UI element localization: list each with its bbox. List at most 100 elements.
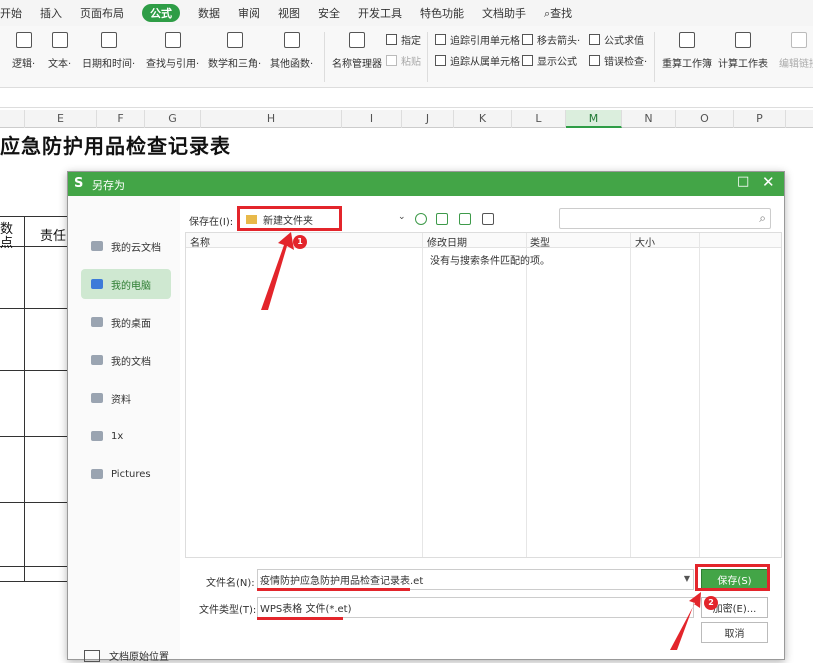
- column-header-e[interactable]: E: [25, 110, 97, 128]
- sidebar-item-my-computer[interactable]: 我的电脑: [81, 269, 171, 299]
- error-check-label: 错误检查·: [604, 57, 648, 68]
- dialog-titlebar[interactable]: S 另存为 □ ✕: [68, 172, 784, 196]
- menu-data[interactable]: 数据: [198, 5, 220, 21]
- folder-outline-icon: [84, 649, 100, 662]
- back-icon[interactable]: [415, 213, 427, 225]
- column-modified[interactable]: 修改日期: [427, 234, 467, 249]
- column-header-k[interactable]: K: [454, 110, 512, 128]
- formula-bar[interactable]: [0, 88, 813, 108]
- datetime-label: 日期和时间·: [82, 59, 136, 70]
- paste-button[interactable]: 粘贴: [386, 53, 421, 68]
- column-header-j[interactable]: J: [402, 110, 454, 128]
- show-formulas-icon: [522, 55, 533, 66]
- chevron-down-icon[interactable]: ⌄: [398, 212, 406, 222]
- formula-eval-button[interactable]: 公式求值: [589, 32, 644, 47]
- error-check-button[interactable]: 错误检查·: [589, 53, 647, 68]
- maximize-button[interactable]: □: [737, 174, 749, 189]
- show-formulas-label: 显示公式: [537, 57, 577, 68]
- trace-precedents-label: 追踪引用单元格: [450, 36, 520, 47]
- calc-sheet-icon: [735, 32, 751, 48]
- menu-insert[interactable]: 插入: [40, 5, 62, 21]
- trace-dependents-button[interactable]: 追踪从属单元格: [435, 53, 520, 68]
- other-functions-button[interactable]: 其他函数·: [270, 32, 313, 70]
- view-menu-icon[interactable]: [482, 213, 494, 225]
- sidebar-item-cloud-docs[interactable]: 我的云文档: [81, 231, 171, 261]
- table-border: [0, 566, 67, 567]
- clock-icon: [100, 32, 117, 48]
- show-formulas-button[interactable]: 显示公式: [522, 53, 577, 68]
- text-icon: [51, 32, 68, 48]
- menu-doc-assistant[interactable]: 文档助手: [482, 5, 526, 21]
- original-location-label: 文档原始位置: [109, 652, 169, 663]
- table-border: [0, 308, 67, 309]
- column-header-h[interactable]: H: [201, 110, 342, 128]
- menu-page-layout[interactable]: 页面布局: [80, 5, 124, 21]
- menu-security[interactable]: 安全: [318, 5, 340, 21]
- sidebar-item-desktop[interactable]: 我的桌面: [81, 307, 171, 337]
- column-header-o[interactable]: O: [676, 110, 734, 128]
- file-list-header: [186, 233, 781, 248]
- folder-icon: [91, 431, 103, 441]
- chevron-down-icon[interactable]: ▼: [684, 574, 690, 583]
- menu-developer[interactable]: 开发工具: [358, 5, 402, 21]
- text-label: 文本·: [48, 59, 72, 70]
- ribbon-separator: [324, 32, 325, 82]
- column-header-f[interactable]: F: [97, 110, 145, 128]
- wps-logo: S: [74, 176, 84, 191]
- more-functions-icon: [283, 32, 300, 48]
- column-header-q[interactable]: [786, 110, 813, 128]
- lookup-label: 查找与引用·: [146, 59, 200, 70]
- menu-search-label: 查找: [550, 7, 573, 20]
- menu-formulas[interactable]: 公式: [142, 4, 180, 22]
- column-header-n[interactable]: N: [622, 110, 676, 128]
- recalc-workbook-button[interactable]: 重算工作簿: [662, 32, 712, 70]
- table-border: [0, 216, 67, 217]
- annotation-underline-filetype: [257, 617, 343, 620]
- datetime-button[interactable]: 日期和时间·: [82, 32, 135, 70]
- menu-special[interactable]: 特色功能: [420, 5, 464, 21]
- menu-search[interactable]: ⌕查找: [544, 5, 572, 21]
- name-manager-icon: [349, 32, 365, 48]
- sidebar-item-my-documents[interactable]: 我的文档: [81, 345, 171, 375]
- sheet-title[interactable]: 应急防护用品检查记录表: [0, 130, 231, 159]
- name-manager-button[interactable]: 名称管理器: [332, 32, 382, 70]
- cancel-button[interactable]: 取消: [701, 622, 768, 643]
- annotation-underline-filename: [257, 588, 410, 591]
- column-size[interactable]: 大小: [635, 234, 655, 249]
- column-header-p[interactable]: P: [734, 110, 786, 128]
- menu-view[interactable]: 视图: [278, 5, 300, 21]
- trace-precedents-button[interactable]: 追踪引用单元格: [435, 32, 520, 47]
- calc-sheet-button[interactable]: 计算工作表: [718, 32, 768, 70]
- filetype-select[interactable]: WPS表格 文件(*.et): [257, 597, 694, 618]
- sidebar-item-label: 我的云文档: [111, 242, 161, 254]
- original-location-button[interactable]: 文档原始位置: [84, 648, 169, 663]
- menu-home[interactable]: 开始: [0, 5, 22, 21]
- remove-arrows-button[interactable]: 移去箭头·: [522, 32, 580, 47]
- filename-input[interactable]: 疫情防护应急防护用品检查记录表.et ▼: [257, 569, 694, 590]
- cell-text[interactable]: 点: [0, 232, 13, 251]
- text-button[interactable]: 文本·: [48, 32, 71, 70]
- specify-button[interactable]: 指定: [386, 32, 421, 47]
- column-header-g[interactable]: G: [145, 110, 201, 128]
- new-folder-icon[interactable]: [459, 213, 471, 225]
- column-header-l[interactable]: L: [512, 110, 566, 128]
- lookup-icon: [164, 32, 181, 48]
- sidebar-item-pictures[interactable]: Pictures: [81, 459, 171, 489]
- column-header-m[interactable]: M: [566, 110, 622, 128]
- search-input[interactable]: ⌕: [559, 208, 771, 229]
- math-button[interactable]: 数学和三角·: [208, 32, 261, 70]
- column-header-i[interactable]: I: [342, 110, 402, 128]
- menu-review[interactable]: 审阅: [238, 5, 260, 21]
- file-list[interactable]: 名称 修改日期 类型 大小 没有与搜索条件匹配的项。: [185, 232, 782, 558]
- close-button[interactable]: ✕: [762, 173, 775, 191]
- sidebar-item-1x[interactable]: 1x: [81, 421, 171, 451]
- up-folder-icon[interactable]: [436, 213, 448, 225]
- lookup-button[interactable]: 查找与引用·: [146, 32, 199, 70]
- sidebar-item-materials[interactable]: 资料: [81, 383, 171, 413]
- cell-text[interactable]: 责任: [40, 225, 66, 244]
- column-type[interactable]: 类型: [530, 234, 550, 249]
- column-name[interactable]: 名称: [190, 234, 210, 249]
- logical-button[interactable]: 逻辑·: [12, 32, 35, 70]
- edit-links-button[interactable]: 编辑链接: [779, 32, 813, 70]
- column-divider: [630, 233, 631, 557]
